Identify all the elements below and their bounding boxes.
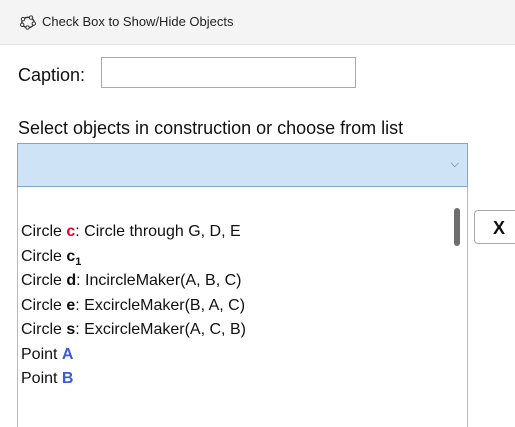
- list-item-circle-e[interactable]: Circle e: ExcircleMaker(B, A, C): [21, 294, 246, 319]
- select-objects-prompt: Select objects in construction or choose…: [18, 118, 404, 138]
- object-name: A: [61, 345, 74, 363]
- object-combo-box[interactable]: ⌵: [17, 143, 468, 187]
- list-item-circle-c[interactable]: Circle c: Circle through G, D, E: [21, 220, 246, 245]
- object-name: s: [66, 321, 76, 338]
- list-item-circle-d[interactable]: Circle d: IncircleMaker(A, B, C): [21, 269, 246, 294]
- dialog-titlebar: Check Box to Show/Hide Objects: [0, 0, 515, 45]
- chevron-down-icon[interactable]: ⌵: [451, 158, 459, 170]
- list-item-point-b[interactable]: Point B: [21, 367, 246, 392]
- object-dropdown-list[interactable]: Circle c: Circle through G, D, E Circle …: [17, 187, 468, 427]
- object-name: c: [66, 223, 76, 240]
- remove-object-button[interactable]: X: [474, 210, 515, 244]
- dialog-title: Check Box to Show/Hide Objects: [42, 14, 234, 29]
- caption-label: Caption:: [18, 65, 86, 85]
- object-name: B: [61, 370, 74, 387]
- list-scrollbar-thumb[interactable]: [454, 208, 460, 246]
- list-item-circle-s[interactable]: Circle s: ExcircleMaker(A, C, B): [21, 318, 246, 343]
- object-name: e: [66, 296, 76, 314]
- list-item-circle-c1[interactable]: Circle c1: [21, 245, 246, 270]
- object-list: Circle c: Circle through G, D, E Circle …: [21, 220, 246, 392]
- object-name: d: [66, 272, 77, 289]
- geogebra-ring-icon: [20, 15, 36, 30]
- object-name: c1: [66, 247, 82, 268]
- caption-input[interactable]: [101, 57, 356, 88]
- list-item-point-a[interactable]: Point A: [21, 343, 246, 368]
